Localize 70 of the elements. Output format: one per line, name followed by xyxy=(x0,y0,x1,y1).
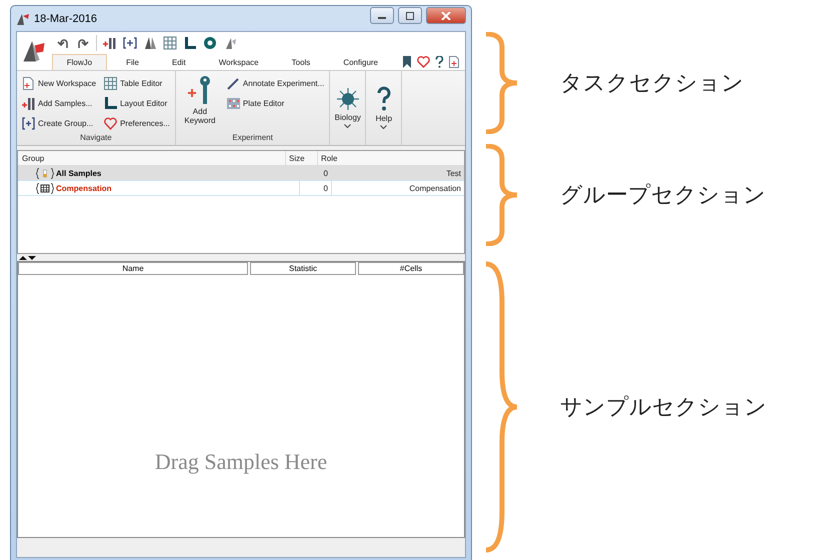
bracket-plus-icon[interactable] xyxy=(122,36,137,50)
table-row[interactable]: All Samples 0 Test xyxy=(18,166,464,181)
table-icon xyxy=(104,76,118,90)
maximize-icon xyxy=(405,12,415,20)
section-label: タスクセクション xyxy=(560,70,744,98)
table-cell-text: Compensation xyxy=(408,182,462,195)
column-header[interactable]: #Cells xyxy=(358,262,464,275)
ribbon-button[interactable]: New Workspace xyxy=(20,73,98,93)
column-header[interactable]: Name xyxy=(18,262,248,275)
ribbon-button[interactable]: Plate Editor xyxy=(224,93,326,113)
column-header[interactable]: Group xyxy=(18,151,286,165)
help-icon[interactable] xyxy=(435,56,444,68)
heart-icon xyxy=(104,116,118,130)
undo-icon[interactable] xyxy=(56,36,70,50)
heart-icon[interactable] xyxy=(417,56,430,68)
table-cell: 0 xyxy=(300,181,332,195)
menu-tab[interactable]: Configure xyxy=(329,54,392,70)
group-name: Compensation xyxy=(56,184,112,192)
ribbon-button[interactable]: Annotate Experiment... xyxy=(224,73,326,93)
drop-hint: Drag Samples Here xyxy=(154,449,328,475)
add-tubes-icon xyxy=(22,96,35,110)
virus-icon xyxy=(336,87,360,111)
ruler-icon xyxy=(104,96,118,110)
close-button[interactable] xyxy=(426,7,466,24)
menu-tab[interactable]: File xyxy=(112,54,153,70)
splitter-arrows-icon[interactable] xyxy=(19,255,37,261)
maximize-button[interactable] xyxy=(398,7,422,24)
ribbon-button[interactable]: Preferences... xyxy=(102,113,172,133)
add-tubes-icon[interactable] xyxy=(102,36,117,50)
table-cell-text: Test xyxy=(445,168,462,180)
ribbon-group-label: Experiment xyxy=(231,133,274,144)
ruler-icon[interactable] xyxy=(182,36,197,50)
ribbon-button[interactable]: Add Samples... xyxy=(20,93,98,113)
menu-tab[interactable]: Edit xyxy=(158,54,200,70)
bracket-plus-icon xyxy=(22,116,35,130)
ribbon-button[interactable]: Create Group... xyxy=(20,113,98,133)
chevron-down-icon xyxy=(344,124,352,129)
new-document-icon xyxy=(22,76,35,90)
menu-tab[interactable]: Tools xyxy=(278,54,324,70)
app-logo-icon xyxy=(16,12,30,26)
section-label: サンプルセクション xyxy=(560,394,767,422)
table-icon[interactable] xyxy=(162,36,177,50)
bookmark-icon[interactable] xyxy=(402,56,412,68)
menu-tab[interactable]: Workspace xyxy=(204,54,273,70)
minimize-button[interactable] xyxy=(370,7,394,24)
table-cell: 0 xyxy=(300,166,332,180)
redo-icon[interactable] xyxy=(76,36,90,50)
chevron-down-icon xyxy=(380,125,388,130)
column-header[interactable]: Statistic xyxy=(250,262,356,275)
table-row[interactable]: Compensation 0 Compensation xyxy=(18,181,464,196)
new-document-icon[interactable] xyxy=(449,56,459,68)
grid-folder-icon xyxy=(36,182,54,194)
dropdown-button[interactable]: Help xyxy=(366,71,402,145)
column-header[interactable]: Role xyxy=(318,151,464,165)
column-header[interactable]: Size xyxy=(286,151,318,165)
section-label: グループセクション xyxy=(560,182,766,210)
group-name: All Samples xyxy=(56,168,102,178)
pencil-icon xyxy=(226,76,240,90)
help-icon xyxy=(376,86,392,112)
tube-folder-icon xyxy=(36,168,54,178)
ribbon-button[interactable]: Layout Editor xyxy=(102,93,172,113)
grid-dots-icon xyxy=(226,96,240,110)
menu-tab[interactable]: FlowJo xyxy=(52,54,108,70)
dropdown-button[interactable]: Biology xyxy=(330,71,366,145)
ribbon-button[interactable]: Table Editor xyxy=(102,73,172,93)
key-icon xyxy=(186,75,213,105)
ribbon-group-label: Navigate xyxy=(79,133,113,144)
window-title: 18-Mar-2016 xyxy=(34,12,97,24)
close-icon xyxy=(441,12,451,20)
ribbon-button[interactable]: Add Keyword xyxy=(178,73,221,133)
